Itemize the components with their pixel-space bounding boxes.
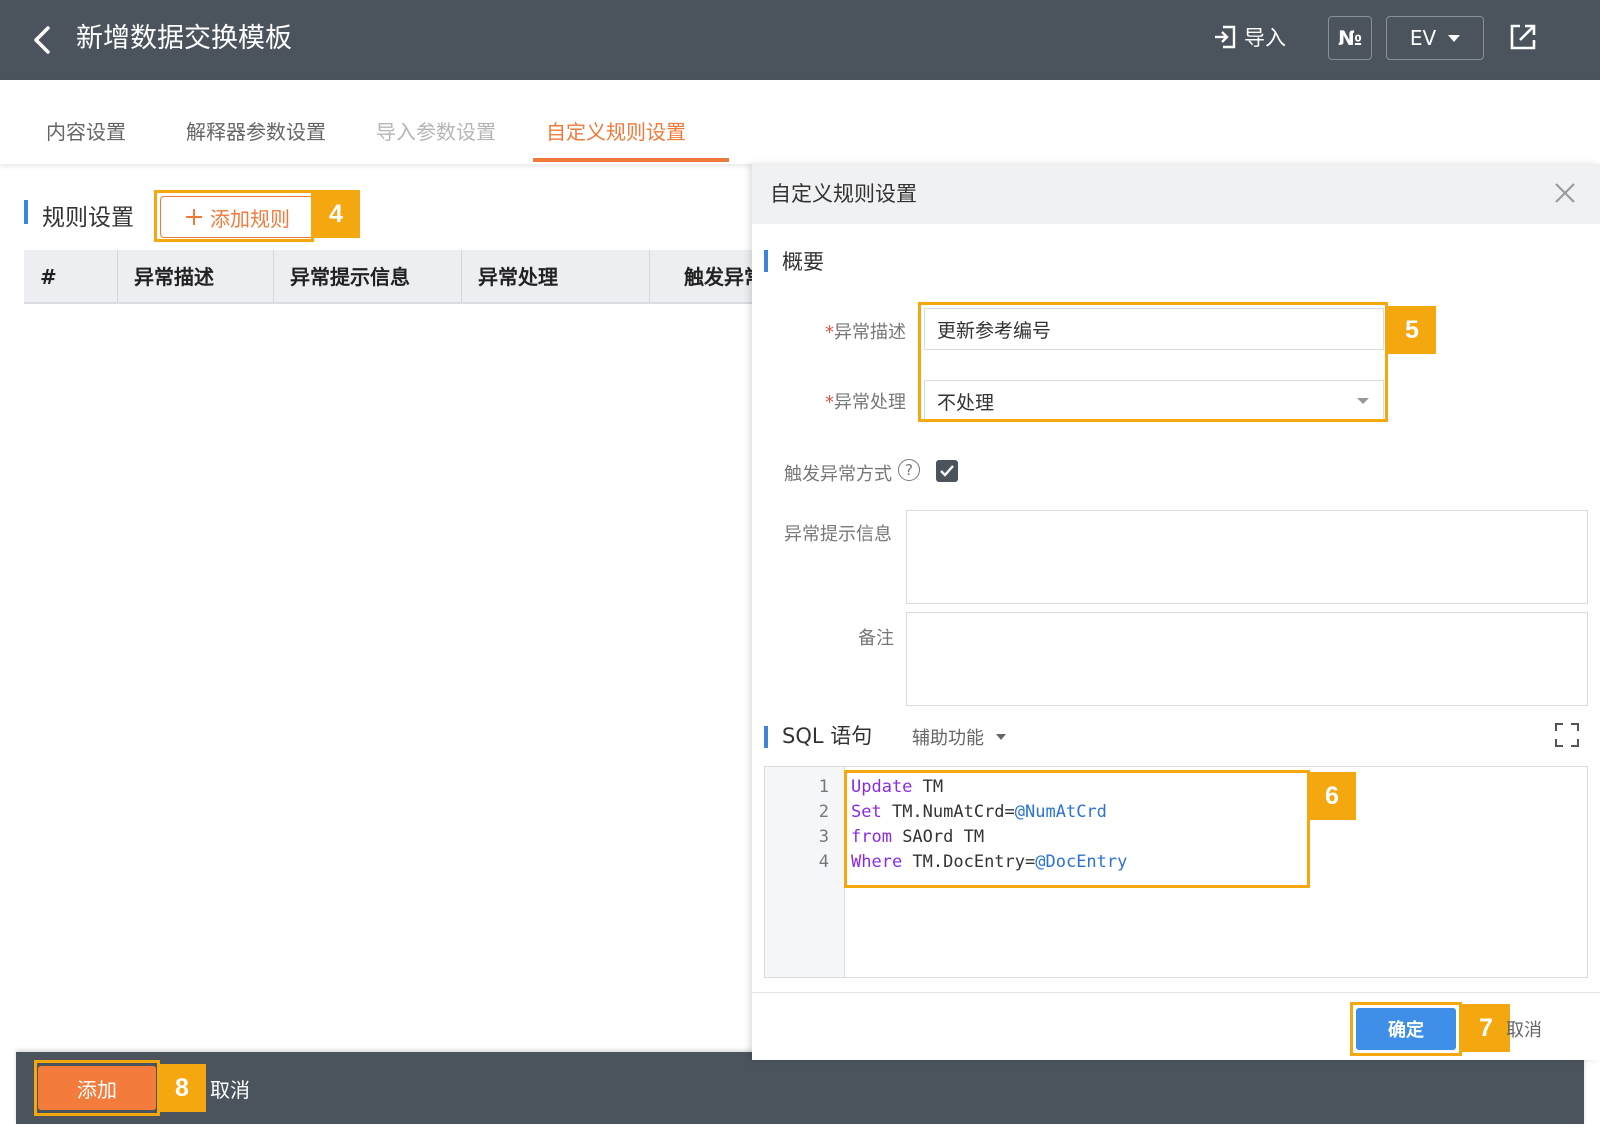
export-icon[interactable] — [1506, 20, 1540, 54]
tab-interpreter-params[interactable]: 解释器参数设置 — [186, 116, 326, 145]
cancel-button[interactable]: 取消 — [210, 1074, 250, 1103]
fullscreen-icon[interactable] — [1554, 722, 1580, 748]
help-icon[interactable]: ? — [898, 459, 920, 481]
add-button[interactable]: 添加 — [38, 1066, 156, 1110]
trigger-mode-label: 触发异常方式 — [784, 464, 892, 485]
sql-editor[interactable]: 1 2 3 4 Update TM Set TM.NumAtCrd=@NumAt… — [764, 766, 1588, 978]
remark-textarea[interactable] — [906, 612, 1588, 706]
back-arrow-icon[interactable] — [26, 22, 62, 58]
confirm-button[interactable]: 确定 — [1356, 1008, 1456, 1050]
tab-custom-rules[interactable]: 自定义规则设置 — [546, 116, 686, 145]
page-title: 新增数据交换模板 — [76, 23, 292, 54]
section-marker — [764, 726, 768, 748]
section-marker — [764, 250, 768, 272]
column-header-exception-desc: 异常描述 — [118, 250, 274, 302]
tab-import-params: 导入参数设置 — [376, 120, 496, 144]
trigger-mode-checkbox[interactable] — [936, 460, 958, 482]
rules-section-title: 规则设置 — [42, 205, 134, 231]
checkmark-icon — [940, 465, 954, 477]
exception-tip-textarea[interactable] — [906, 510, 1588, 604]
ev-label: EV — [1409, 26, 1437, 50]
line-number: 3 — [818, 827, 829, 847]
number-button[interactable]: № — [1328, 16, 1372, 60]
caret-down-icon — [1357, 398, 1369, 404]
import-icon — [1215, 25, 1236, 49]
assist-dropdown[interactable]: 辅助功能 — [912, 724, 1006, 750]
callout-badge-5: 5 — [1388, 306, 1436, 354]
panel-cancel-button[interactable]: 取消 — [1506, 1016, 1542, 1042]
tab-content-settings[interactable]: 内容设置 — [46, 116, 126, 145]
exception-handling-label: *异常处理 — [825, 392, 906, 413]
code-line: Update TM — [851, 777, 944, 797]
plus-icon — [186, 209, 202, 225]
tab-bar: 内容设置 解释器参数设置 导入参数设置 自定义规则设置 — [0, 80, 1600, 164]
panel-header: 自定义规则设置 — [752, 164, 1600, 224]
code-line: Set TM.NumAtCrd=@NumAtCrd — [851, 802, 1107, 822]
add-rule-label: 添加规则 — [210, 206, 290, 231]
bottom-action-bar — [16, 1052, 1584, 1124]
column-header-index: # — [24, 250, 118, 302]
top-bar: 新增数据交换模板 导入 № EV — [0, 0, 1600, 80]
exception-desc-input[interactable]: 更新参考编号 — [924, 308, 1384, 350]
exception-desc-label: *异常描述 — [825, 322, 906, 343]
assist-label: 辅助功能 — [912, 728, 984, 749]
active-tab-indicator — [533, 158, 729, 162]
section-marker — [24, 200, 28, 224]
panel-footer-divider — [752, 992, 1600, 993]
column-header-trigger-mode: 触发异常方式 — [650, 250, 754, 302]
add-rule-button[interactable]: 添加规则 — [160, 196, 314, 238]
import-label: 导入 — [1244, 26, 1286, 50]
line-number: 4 — [818, 852, 829, 872]
line-number: 2 — [818, 802, 829, 822]
callout-badge-4: 4 — [312, 190, 360, 238]
callout-badge-6: 6 — [1308, 772, 1356, 820]
sql-section-title: SQL 语句 — [782, 724, 873, 748]
overview-section-title: 概要 — [782, 250, 824, 274]
column-header-exception-tip: 异常提示信息 — [274, 250, 462, 302]
line-number-gutter: 1 2 3 4 — [765, 767, 845, 977]
callout-badge-7: 7 — [1462, 1004, 1510, 1052]
close-icon[interactable] — [1552, 180, 1578, 206]
exception-handling-value: 不处理 — [937, 391, 995, 414]
column-header-exception-handling: 异常处理 — [462, 250, 650, 302]
remark-label: 备注 — [858, 628, 894, 649]
exception-handling-select[interactable]: 不处理 — [924, 380, 1384, 422]
exception-tip-label: 异常提示信息 — [784, 524, 892, 545]
callout-badge-8: 8 — [158, 1064, 206, 1112]
code-line: Where TM.DocEntry=@DocEntry — [851, 852, 1128, 872]
rules-table-header: # 异常描述 异常提示信息 异常处理 触发异常方式 — [24, 250, 754, 304]
ev-dropdown[interactable]: EV — [1386, 16, 1484, 60]
caret-down-icon — [1448, 34, 1461, 42]
line-number: 1 — [818, 777, 829, 797]
caret-down-icon — [996, 734, 1006, 740]
import-button[interactable]: 导入 — [1212, 16, 1286, 58]
code-line: from SAOrd TM — [851, 827, 985, 847]
panel-title: 自定义规则设置 — [770, 182, 917, 206]
